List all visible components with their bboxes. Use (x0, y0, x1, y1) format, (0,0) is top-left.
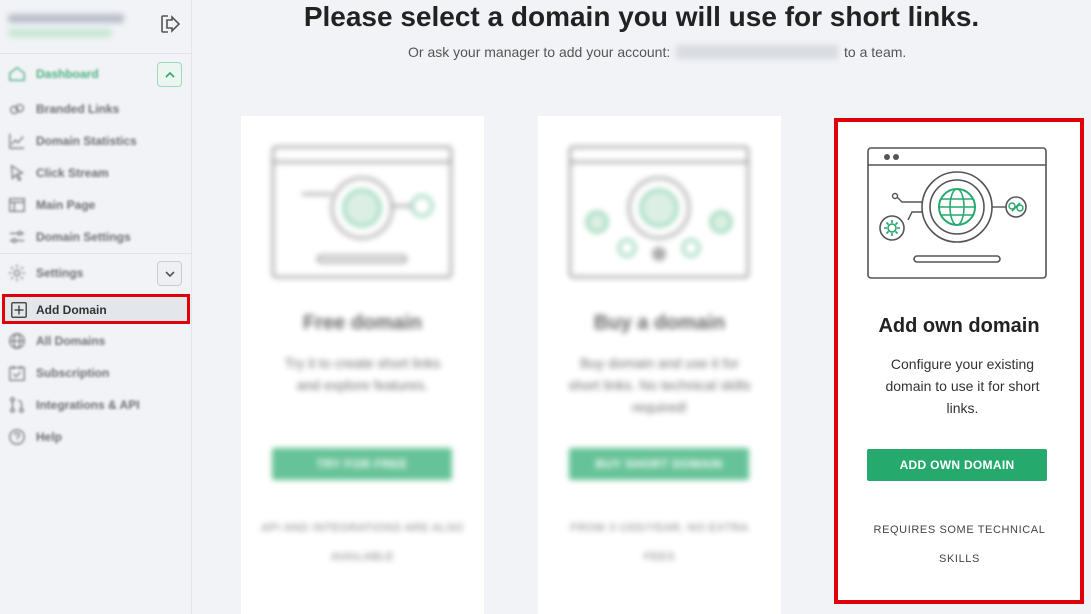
layout-icon (8, 196, 26, 214)
card-title: Buy a domain (593, 312, 726, 334)
sidebar-item-domain-settings[interactable]: Domain Settings (0, 221, 192, 253)
sidebar-item-branded-links[interactable]: Branded Links (0, 93, 192, 125)
card-title: Add own domain (878, 315, 1040, 337)
card-add-own-domain: Add own domain Configure your existing d… (834, 118, 1084, 604)
card-note: REQUIRES SOME TECHNICAL SKILLS (873, 524, 1046, 565)
home-icon (8, 65, 26, 83)
free-domain-illustration-icon (272, 146, 452, 278)
chart-icon (8, 132, 26, 150)
buy-short-domain-button[interactable]: BUY SHORT DOMAIN (569, 448, 749, 480)
sidebar: Dashboard Branded Links Domain Statistic… (0, 0, 192, 614)
sidebar-item-all-domains[interactable]: All Domains (0, 325, 192, 357)
sidebar-item-add-domain[interactable]: Add Domain (2, 294, 190, 324)
card-note: API AND INTEGRATIONS ARE ALSO AVAILABLE (261, 522, 464, 563)
help-icon (8, 428, 26, 446)
collapse-dashboard-button[interactable] (157, 62, 182, 87)
sidebar-item-click-stream[interactable]: Click Stream (0, 157, 192, 189)
sidebar-item-main-page[interactable]: Main Page (0, 189, 192, 221)
try-for-free-button[interactable]: TRY FOR FREE (272, 448, 452, 480)
card-note: FROM 3 USD/YEAR, NO EXTRA FEES (570, 522, 749, 563)
page-subtitle: Or ask your manager to add your account:… (408, 44, 907, 60)
own-domain-illustration-icon (867, 147, 1047, 279)
card-description: Configure your existing domain to use it… (885, 356, 1040, 416)
account-info[interactable] (8, 10, 126, 44)
main-content: Please select a domain you will use for … (192, 0, 1091, 614)
card-description: Try it to create short links and explore… (284, 355, 441, 393)
globe-icon (8, 332, 26, 350)
sidebar-item-domain-statistics[interactable]: Domain Statistics (0, 125, 192, 157)
chevron-up-icon (164, 71, 175, 78)
card-title: Free domain (303, 312, 422, 334)
plus-square-icon (10, 301, 28, 319)
page-title: Please select a domain you will use for … (303, 1, 980, 32)
sidebar-item-settings[interactable]: Settings (0, 257, 192, 289)
card-description: Buy domain and use it for short links. N… (568, 355, 751, 415)
expand-settings-button[interactable] (157, 261, 182, 286)
calendar-icon (8, 364, 26, 382)
logout-icon[interactable] (158, 12, 184, 38)
sidebar-header (0, 0, 191, 54)
cursor-icon (8, 164, 26, 182)
link-icon (8, 100, 26, 118)
add-own-domain-button[interactable]: ADD OWN DOMAIN (867, 449, 1047, 481)
card-buy-domain: Buy a domain Buy domain and use it for s… (538, 116, 781, 614)
buy-domain-illustration-icon (569, 146, 749, 278)
sidebar-item-help[interactable]: Help (0, 421, 192, 453)
card-free-domain: Free domain Try it to create short links… (241, 116, 484, 614)
sidebar-item-subscription[interactable]: Subscription (0, 357, 192, 389)
gear-icon (8, 264, 26, 282)
redacted-account-email (676, 45, 839, 59)
sidebar-item-integrations[interactable]: Integrations & API (0, 389, 192, 421)
sidebar-item-dashboard[interactable]: Dashboard (0, 58, 192, 90)
chevron-down-icon (164, 270, 175, 277)
sliders-icon (8, 228, 26, 246)
branch-icon (8, 396, 26, 414)
